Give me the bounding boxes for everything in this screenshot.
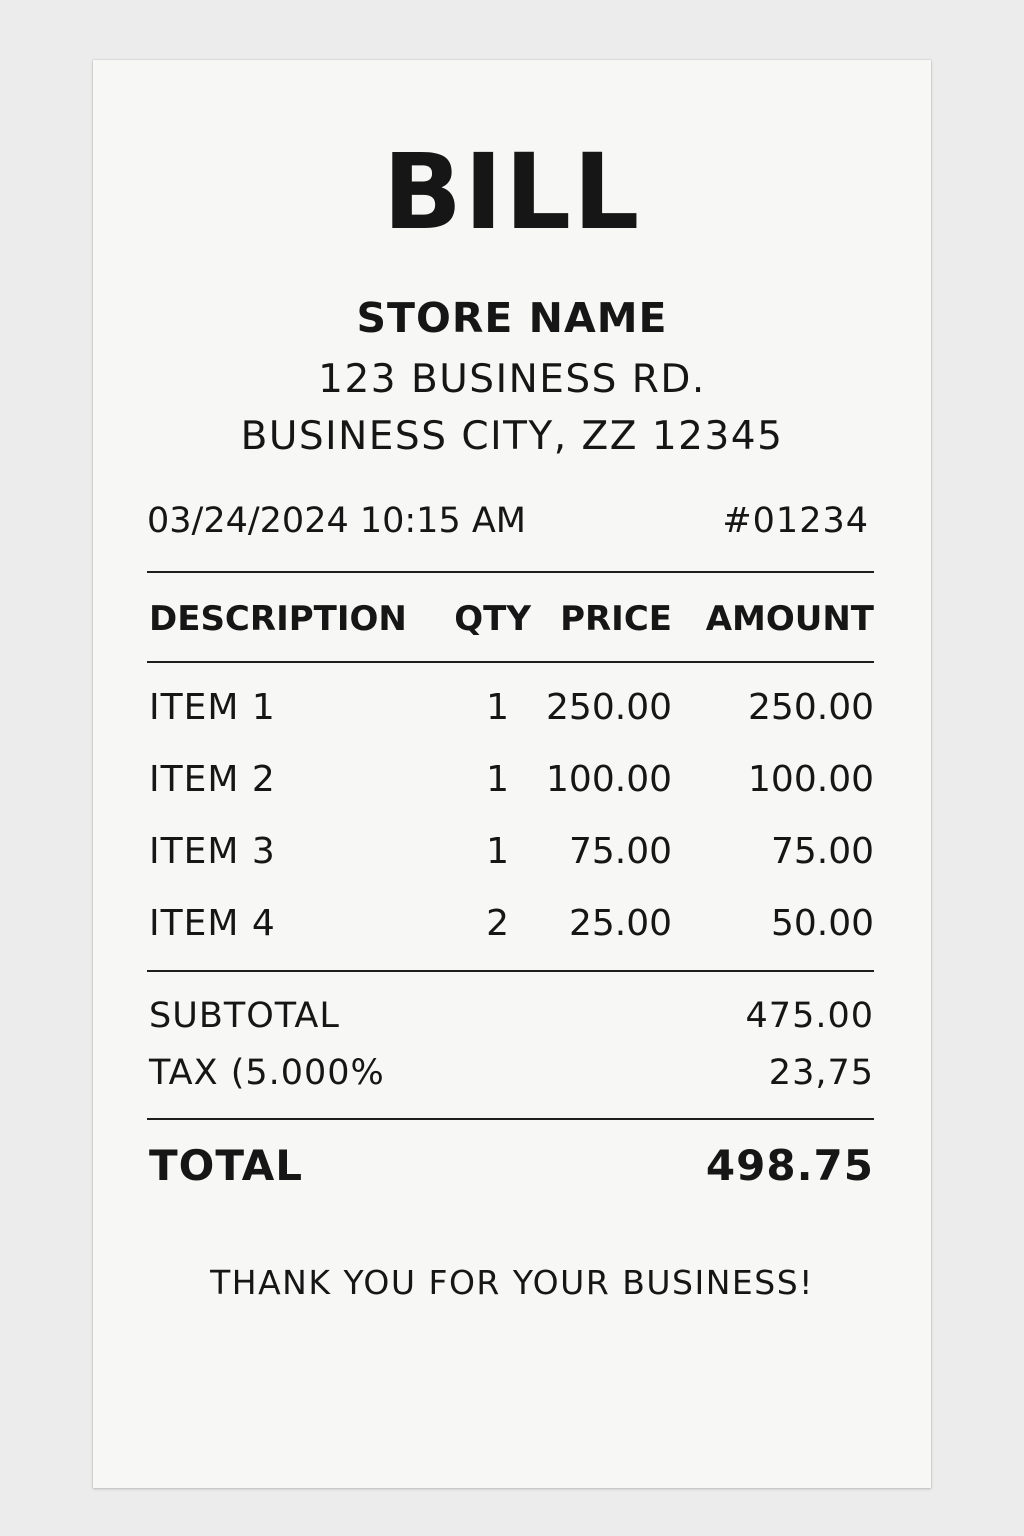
column-header-amount: AMOUNT [705, 599, 874, 639]
receipt-page: BILL STORE NAME 123 BUSINESS RD. BUSINES… [0, 0, 1024, 1536]
item-qty: 1 [486, 831, 509, 872]
item-amount: 75.00 [770, 831, 874, 872]
thank-you-message: THANK YOU FOR YOUR BUSINESS! [210, 1263, 814, 1302]
divider-total [147, 1118, 874, 1120]
store-name: STORE NAME [356, 294, 668, 342]
item-amount: 100.00 [748, 759, 874, 800]
tax-value: 23,75 [768, 1053, 874, 1093]
item-amount: 50.00 [770, 903, 874, 944]
divider-header [147, 661, 874, 663]
item-price: 25.00 [568, 903, 672, 944]
item-price: 100.00 [546, 759, 672, 800]
item-qty: 1 [486, 759, 509, 800]
item-description: ITEM 1 [149, 687, 276, 728]
store-address-line2: BUSINESS CITY, ZZ 12345 [240, 414, 784, 459]
column-header-qty: QTY [454, 599, 531, 639]
item-description: ITEM 4 [149, 903, 276, 944]
bill-title: BILL [382, 131, 642, 253]
subtotal-value: 475.00 [745, 996, 874, 1036]
item-price: 250.00 [546, 687, 672, 728]
receipt-number: #01234 [722, 501, 869, 541]
column-header-price: PRICE [560, 599, 672, 639]
item-price: 75.00 [568, 831, 672, 872]
subtotal-label: SUBTOTAL [149, 996, 340, 1036]
tax-label: TAX (5.000% [149, 1053, 385, 1093]
total-label: TOTAL [149, 1141, 304, 1190]
item-amount: 250.00 [748, 687, 874, 728]
divider-top [147, 571, 874, 573]
column-header-description: DESCRIPTION [149, 599, 407, 639]
item-description: ITEM 2 [149, 759, 276, 800]
total-value: 498.75 [705, 1141, 874, 1190]
item-qty: 2 [486, 903, 509, 944]
item-qty: 1 [486, 687, 509, 728]
item-description: ITEM 3 [149, 831, 276, 872]
store-address-line1: 123 BUSINESS RD. [318, 357, 706, 402]
receipt-datetime: 03/24/2024 10:15 AM [147, 501, 526, 541]
divider-items [147, 970, 874, 972]
